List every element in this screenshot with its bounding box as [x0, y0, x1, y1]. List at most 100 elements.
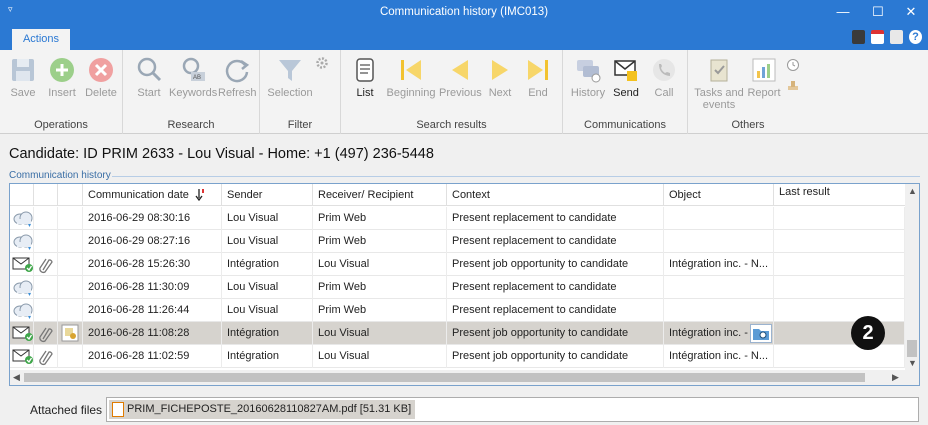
keywords-magnifier-icon: AB — [182, 57, 205, 81]
selection-button[interactable]: Selection — [266, 56, 314, 99]
cell-object — [664, 207, 774, 230]
attached-file-item[interactable]: PRIM_FICHEPOSTE_20160628110827AM.pdf [51… — [109, 400, 416, 419]
table-row[interactable]: 2016-06-28 11:02:59 Intégration Lou Visual… — [10, 345, 905, 368]
group-label-operations: Operations — [34, 119, 88, 131]
table-row[interactable]: 2016-06-29 08:30:16 Lou Visual Prim Web Pre… — [10, 207, 905, 230]
minimize-button[interactable]: — — [826, 0, 860, 26]
group-research: Start AB Keywords Refresh Research — [123, 50, 260, 134]
cell-context: Present replacement to candidate — [447, 207, 664, 230]
header-label: Communication date — [88, 189, 189, 201]
cell-context: Present job opportunity to candidate — [447, 253, 664, 276]
extra-cell — [58, 299, 83, 322]
maximize-button[interactable]: ☐ — [861, 0, 895, 26]
header-context[interactable]: Context — [447, 184, 664, 206]
group-operations: Save Insert Delete Operations — [0, 50, 123, 134]
calendar-icon[interactable] — [871, 30, 884, 44]
stamp-icon[interactable] — [786, 78, 800, 92]
tab-actions[interactable]: Actions — [12, 29, 70, 50]
horizontal-scrollbar[interactable]: ◀ ▶ — [10, 370, 919, 385]
extra-cell — [58, 253, 83, 276]
header-receiver[interactable]: Receiver/ Recipient — [313, 184, 447, 206]
next-button[interactable]: Next — [483, 56, 517, 99]
close-button[interactable]: ✕ — [894, 0, 928, 26]
refresh-button[interactable]: Refresh — [218, 56, 257, 99]
cell-sender: Lou Visual — [222, 230, 313, 253]
group-label-search-results: Search results — [416, 119, 487, 131]
vertical-scrollbar[interactable]: ▲ ▼ — [905, 184, 919, 370]
ribbon-tab-strip: Actions ? — [0, 26, 928, 50]
cell-last — [774, 276, 905, 299]
cell-sender: Lou Visual — [222, 207, 313, 230]
web-cloud-icon — [10, 276, 34, 299]
calculator-icon[interactable] — [852, 30, 865, 44]
delete-button[interactable]: Delete — [82, 56, 120, 99]
open-object-button[interactable] — [750, 324, 772, 343]
clock-icon[interactable] — [786, 58, 800, 72]
cell-object — [664, 299, 774, 322]
phone-icon — [653, 59, 675, 81]
certificate-icon[interactable] — [61, 324, 79, 342]
extra-cell — [58, 230, 83, 253]
previous-button[interactable]: Previous — [439, 56, 482, 99]
start-button[interactable]: Start — [133, 56, 165, 99]
email-sent-icon — [10, 253, 34, 276]
keywords-button[interactable]: AB Keywords — [169, 56, 217, 99]
group-label-research: Research — [167, 119, 215, 131]
scroll-right-icon[interactable]: ▶ — [892, 372, 899, 383]
header-attach-col[interactable] — [34, 184, 58, 206]
history-button[interactable]: History — [569, 56, 607, 99]
beginning-label: Beginning — [386, 87, 436, 99]
previous-icon — [452, 60, 468, 80]
table-row[interactable]: 2016-06-28 15:26:30 Intégration Lou Visual… — [10, 253, 905, 276]
list-button[interactable]: List — [349, 56, 381, 99]
empty-attach-cell — [34, 207, 58, 230]
header-icon-col[interactable] — [10, 184, 34, 206]
extra-cell — [58, 276, 83, 299]
vertical-scroll-thumb[interactable] — [907, 340, 917, 357]
scroll-up-icon[interactable]: ▲ — [908, 186, 917, 196]
call-button[interactable]: Call — [647, 56, 681, 99]
callout-badge: 2 — [851, 316, 885, 350]
clipboard-check-icon — [710, 59, 728, 82]
beginning-button[interactable]: Beginning — [385, 56, 437, 99]
send-button[interactable]: Send — [609, 56, 643, 99]
header-extra-col[interactable] — [58, 184, 83, 206]
horizontal-scroll-thumb[interactable] — [24, 373, 865, 382]
insert-button[interactable]: Insert — [44, 56, 80, 99]
scroll-list-icon — [356, 58, 374, 82]
window-title: Communication history (IMC013) — [379, 6, 549, 18]
printer-icon[interactable] — [890, 30, 903, 44]
group-label-communications: Communications — [584, 119, 666, 131]
cell-context: Present replacement to candidate — [447, 299, 664, 322]
cell-date: 2016-06-29 08:27:16 — [83, 230, 222, 253]
empty-attach-cell — [34, 230, 58, 253]
gear-icon[interactable] — [315, 56, 329, 70]
cell-sender: Lou Visual — [222, 299, 313, 322]
help-icon[interactable]: ? — [909, 30, 922, 44]
header-last-result[interactable]: Last result — [774, 184, 905, 206]
scroll-left-icon[interactable]: ◀ — [13, 372, 20, 383]
end-label: End — [528, 87, 548, 99]
cell-receiver: Prim Web — [313, 207, 447, 230]
floppy-disk-icon — [12, 59, 34, 81]
table-row[interactable]: 2016-06-28 11:08:28 Intégration Lou Visual… — [10, 322, 905, 345]
table-row[interactable]: 2016-06-29 08:27:16 Lou Visual Prim Web Pre… — [10, 230, 905, 253]
table-row[interactable]: 2016-06-28 11:26:44 Lou Visual Prim Web Pre… — [10, 299, 905, 322]
save-button[interactable]: Save — [6, 56, 40, 99]
first-icon — [401, 60, 421, 80]
email-sent-icon — [10, 322, 34, 345]
cell-last — [774, 299, 905, 322]
email-sent-icon — [10, 345, 34, 368]
scroll-down-icon[interactable]: ▼ — [908, 358, 917, 368]
cell-receiver: Lou Visual — [313, 345, 447, 368]
tasks-events-button[interactable]: Tasks and events — [694, 56, 744, 111]
send-mail-icon — [614, 60, 637, 81]
header-sender[interactable]: Sender — [222, 184, 313, 206]
report-button[interactable]: Report — [744, 56, 784, 99]
table-row[interactable]: 2016-06-28 11:30:09 Lou Visual Prim Web Pre… — [10, 276, 905, 299]
header-communication-date[interactable]: Communication date — [83, 184, 222, 206]
section-label: Communication history — [9, 170, 111, 181]
end-button[interactable]: End — [521, 56, 555, 99]
header-object[interactable]: Object — [664, 184, 774, 206]
cell-last — [774, 230, 905, 253]
